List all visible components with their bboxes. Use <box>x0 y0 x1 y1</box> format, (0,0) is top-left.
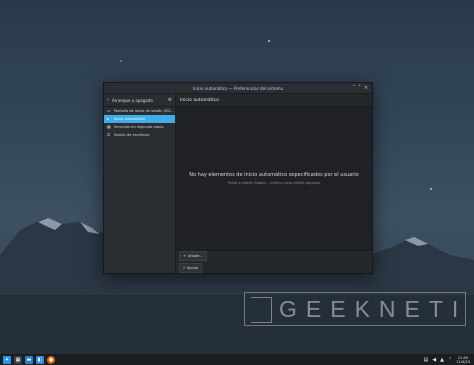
network-icon[interactable]: ▲ <box>440 357 444 363</box>
pager-icon[interactable]: ▦ <box>14 355 22 364</box>
add-button[interactable]: + Añadir... <box>179 251 207 261</box>
clock-date: 11/4/23 <box>456 359 470 364</box>
volume-icon[interactable]: ◀ <box>432 357 436 363</box>
window-title: Inicio automático — Preferencias del sis… <box>192 85 283 91</box>
sidebar-item-desktop-session[interactable]: ⏻ Sesión de escritorio <box>104 131 175 139</box>
monitor-icon: ▭ <box>107 108 111 113</box>
sidebar-item-label: Pantalla de inicio de sesión (SD... <box>113 109 174 113</box>
autostart-icon: ▸ <box>107 116 110 121</box>
back-arrow-icon[interactable]: ‹ <box>107 97 109 103</box>
sidebar-item-background-services[interactable]: ▦ Servicios en segundo plano <box>104 123 175 131</box>
firefox-icon[interactable]: ● <box>47 355 55 364</box>
hamburger-menu-icon[interactable]: ≡ <box>168 97 172 103</box>
sidebar-header-title: Arranque y apagado <box>112 97 153 103</box>
help-icon: ? <box>183 266 185 270</box>
clock[interactable]: 21:05 11/4/23 <box>456 356 470 364</box>
empty-state-title: No hay elementos de inicio automático es… <box>189 172 359 178</box>
empty-state-hint: Pulse el botón Añadir... inferior para a… <box>227 181 321 185</box>
help-button[interactable]: ? Ayuda <box>179 263 203 273</box>
window-controls: ˅ ˄ × <box>353 85 368 91</box>
close-button[interactable]: × <box>364 85 368 91</box>
page-title: Inicio automático <box>176 94 372 107</box>
footer-bar: + Añadir... ? Ayuda <box>176 250 372 273</box>
session-icon: ⏻ <box>107 132 111 137</box>
system-tray: ▤ ◀ ▲ ⌃ 21:05 11/4/23 <box>423 356 474 364</box>
plus-icon: + <box>183 254 187 258</box>
services-icon: ▦ <box>107 124 111 129</box>
expand-tray-icon[interactable]: ⌃ <box>448 357 452 363</box>
sidebar-header: ‹ Arranque y apagado ≡ <box>104 94 175 107</box>
dolphin-icon[interactable]: ▬ <box>25 355 33 364</box>
sidebar-item-label: Servicios en segundo plano <box>114 125 164 129</box>
empty-state: No hay elementos de inicio automático es… <box>176 107 372 250</box>
taskbar: ✦ ▦ ▬ ◧ ● ▤ ◀ ▲ ⌃ 21:05 11/4/23 <box>0 354 474 365</box>
discover-icon[interactable]: ◧ <box>36 355 44 364</box>
sidebar-item-label: Inicio automático <box>114 117 146 121</box>
watermark-text: GEEKNETIC <box>279 295 466 322</box>
minimize-button[interactable]: ˅ <box>353 85 356 91</box>
window-titlebar[interactable]: Inicio automático — Preferencias del sis… <box>104 83 372 94</box>
watermark-logo <box>251 297 272 323</box>
sidebar-item-autostart[interactable]: ▸ Inicio automático <box>104 115 175 123</box>
help-button-label: Ayuda <box>186 266 199 270</box>
maximize-button[interactable]: ˄ <box>358 85 361 91</box>
sidebar-item-login-screen[interactable]: ▭ Pantalla de inicio de sesión (SD... <box>104 107 175 115</box>
settings-window: Inicio automático — Preferencias del sis… <box>103 82 373 274</box>
clipboard-icon[interactable]: ▤ <box>423 357 428 363</box>
main-panel: Inicio automático No hay elementos de in… <box>176 94 372 273</box>
watermark: GEEKNETIC <box>244 292 466 326</box>
sidebar-item-label: Sesión de escritorio <box>114 133 150 137</box>
kde-launcher-icon[interactable]: ✦ <box>3 355 11 364</box>
sidebar: ‹ Arranque y apagado ≡ ▭ Pantalla de ini… <box>104 94 176 273</box>
add-button-label: Añadir... <box>188 254 203 258</box>
